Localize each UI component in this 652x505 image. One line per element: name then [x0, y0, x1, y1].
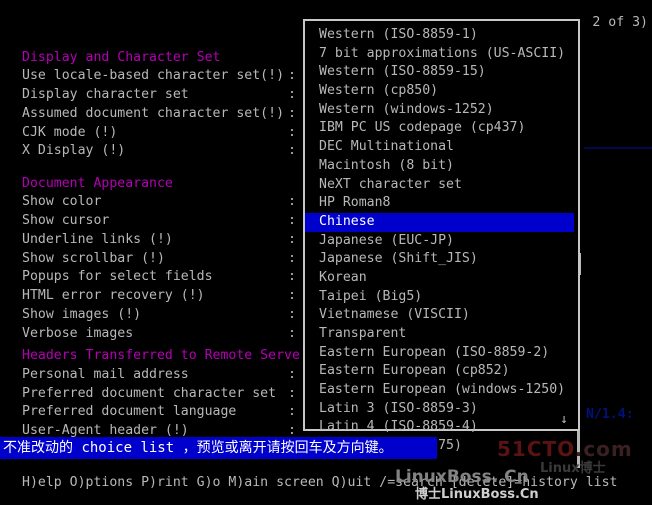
- option-label-personal-mail-address[interactable]: Personal mail address: [22, 366, 189, 385]
- watermark-boss: LinuxBoss: [395, 467, 492, 487]
- choice-option[interactable]: Western (cp850): [305, 82, 578, 101]
- option-label-popups-for-select-fields[interactable]: Popups for select fields: [22, 268, 213, 287]
- choice-list-inner: Western (ISO-8859-1) 7 bit approximation…: [305, 21, 578, 453]
- option-colon-0: :: [288, 68, 296, 83]
- option-colon-3: :: [288, 125, 296, 140]
- status-bar: 不准改动的 choice list ，预览或离开请按回车及方向键。: [0, 437, 437, 459]
- option-colon-13: :: [288, 367, 296, 382]
- watermark-boss-suffix: . Cn: [491, 467, 529, 487]
- choice-option[interactable]: Latin 4 (ISO-8859-4): [305, 418, 578, 437]
- watermark-boss-sub: 博士LinuxBoss.Cn: [415, 487, 539, 502]
- choice-option[interactable]: Latin 3 (ISO-8859-3): [305, 400, 578, 419]
- option-label-display-character-set[interactable]: Display character set: [22, 86, 189, 105]
- option-colon-9: :: [288, 269, 296, 284]
- choice-option[interactable]: Western (ISO-8859-1): [305, 26, 578, 45]
- section-title-headers-transferred-to-remote-server: Headers Transferred to Remote Serve: [22, 348, 300, 363]
- choice-option[interactable]: Eastern European (windows-1250): [305, 381, 578, 400]
- option-colon-11: :: [288, 307, 296, 322]
- option-label-show-cursor[interactable]: Show cursor: [22, 212, 109, 231]
- option-label-preferred-document-language[interactable]: Preferred document language: [22, 403, 236, 422]
- terminal-screen: N/1.4: 2 of 3) Display and Character Set…: [0, 0, 652, 505]
- option-colon-7: :: [288, 232, 296, 247]
- choice-option[interactable]: DEC Multinational: [305, 138, 578, 157]
- option-colon-8: :: [288, 251, 296, 266]
- option-label-html-error-recovery[interactable]: HTML error recovery (!): [22, 287, 205, 306]
- choice-option[interactable]: IBM PC US codepage (cp437): [305, 119, 578, 138]
- option-label-verbose-images[interactable]: Verbose images: [22, 325, 133, 344]
- choice-option[interactable]: Korean: [305, 269, 578, 288]
- option-label-x-display[interactable]: X Display (!): [22, 142, 125, 161]
- choice-option[interactable]: Eastern European (ISO-8859-2): [305, 344, 578, 363]
- watermark-51cto: 51CTO.com: [497, 437, 633, 461]
- option-label-preferred-document-character-set[interactable]: Preferred document character set: [22, 385, 276, 404]
- option-colon-15: :: [288, 404, 296, 419]
- choice-option-selected[interactable]: Chinese: [305, 212, 574, 232]
- option-colon-4: :: [288, 143, 296, 158]
- choice-option[interactable]: Macintosh (8 bit): [305, 157, 578, 176]
- option-label-show-scrollbar[interactable]: Show scrollbar (!): [22, 250, 165, 269]
- option-colon-5: :: [288, 194, 296, 209]
- section-title-document-appearance: Document Appearance: [22, 176, 173, 191]
- option-label-cjk-mode[interactable]: CJK mode (!): [22, 124, 117, 143]
- option-label-underline-links[interactable]: Underline links (!): [22, 231, 173, 250]
- character-set-choice-list[interactable]: Western (ISO-8859-1) 7 bit approximation…: [303, 19, 580, 453]
- option-colon-10: :: [288, 288, 296, 303]
- option-label-use-locale-based-character-set[interactable]: Use locale-based character set(!): [22, 67, 284, 86]
- status-text-before: 不准改动的: [3, 440, 82, 456]
- watermark-site-sub: Linux博士: [540, 461, 606, 476]
- choice-option[interactable]: Western (ISO-8859-15): [305, 63, 578, 82]
- option-label-show-color[interactable]: Show color: [22, 193, 101, 212]
- choice-option[interactable]: Transparent: [305, 325, 578, 344]
- choice-option[interactable]: Eastern European (cp852): [305, 362, 578, 381]
- option-colon-1: :: [288, 87, 296, 102]
- option-label-assumed-document-character-set[interactable]: Assumed document character set(!): [22, 105, 284, 124]
- choice-option[interactable]: 7 bit approximations (US-ASCII): [305, 45, 578, 64]
- choice-option[interactable]: Vietnamese (VISCII): [305, 306, 578, 325]
- choice-option[interactable]: Japanese (EUC-JP): [305, 232, 578, 251]
- option-colon-14: :: [288, 386, 296, 401]
- watermark-site-suffix: .com: [574, 437, 633, 461]
- choice-option[interactable]: HP Roman8: [305, 194, 578, 213]
- choice-option[interactable]: Taipei (Big5): [305, 288, 578, 307]
- watermark-site: 51CTO: [497, 437, 575, 461]
- option-colon-12: :: [288, 326, 296, 341]
- option-colon-6: :: [288, 213, 296, 228]
- scroll-down-arrow-icon[interactable]: ↓: [560, 413, 568, 427]
- option-label-show-images[interactable]: Show images (!): [22, 306, 141, 325]
- choice-option[interactable]: Japanese (Shift_JIS): [305, 250, 578, 269]
- watermark-linuxboss: LinuxBoss. Cn: [395, 468, 529, 487]
- choice-option[interactable]: Western (windows-1252): [305, 101, 578, 120]
- option-colon-2: :: [288, 106, 296, 121]
- status-text-after: ，预览或离开请按回车及方向键。: [174, 440, 393, 456]
- choice-option[interactable]: NeXT character set: [305, 176, 578, 195]
- status-text-mono: choice list: [81, 440, 175, 456]
- section-title-display-and-character-set: Display and Character Set: [22, 50, 221, 65]
